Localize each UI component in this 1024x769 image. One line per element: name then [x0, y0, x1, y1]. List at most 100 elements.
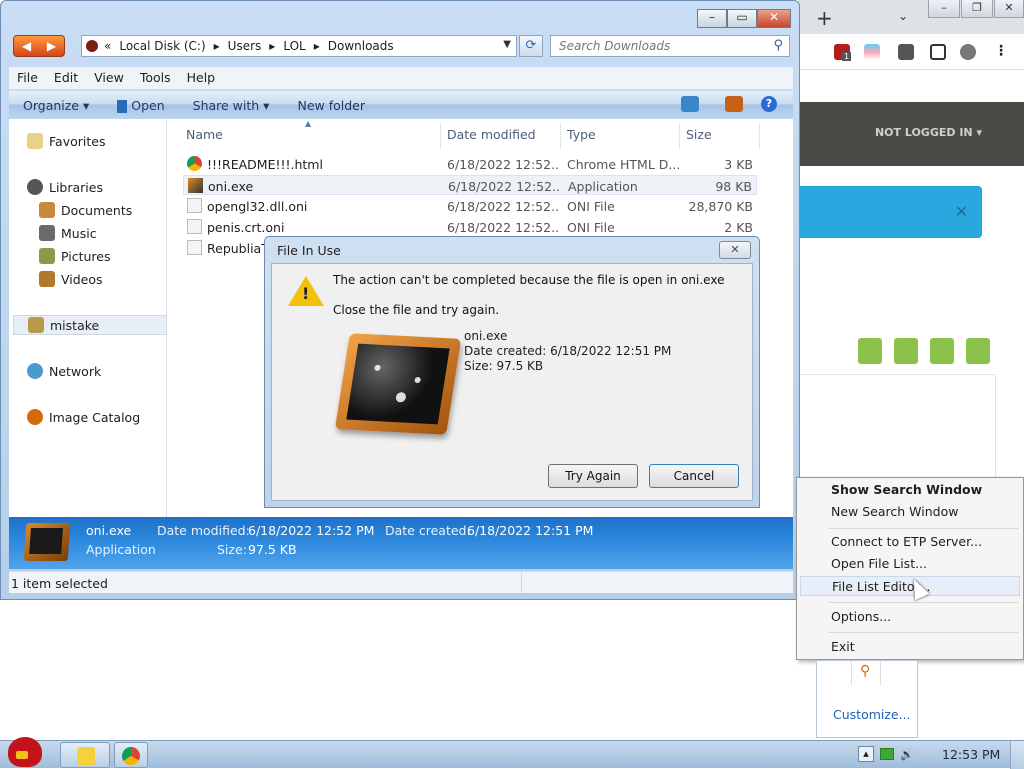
- start-button[interactable]: [2, 733, 50, 769]
- column-header-type[interactable]: Type: [567, 127, 596, 142]
- nav-label: Documents: [61, 202, 133, 218]
- dialog-close-button[interactable]: ✕: [719, 241, 751, 259]
- file-row[interactable]: !!!README!!!.html 6/18/2022 12:52... Chr…: [183, 154, 757, 174]
- close-button[interactable]: ✕: [757, 9, 791, 28]
- refresh-button[interactable]: ⟳: [519, 35, 543, 57]
- taskbar-explorer-button[interactable]: [60, 742, 110, 768]
- menu-show-search-window[interactable]: Show Search Window: [800, 480, 1020, 500]
- file-name: opengl32.dll.oni: [207, 199, 308, 214]
- nav-image-catalog[interactable]: Image Catalog: [27, 407, 140, 427]
- menu-options[interactable]: Options...: [800, 607, 1020, 627]
- menu-tools[interactable]: Tools: [132, 67, 179, 89]
- search-input[interactable]: [551, 36, 761, 56]
- browser-menu-icon[interactable]: ⋮: [994, 44, 1010, 60]
- breadcrumb-downloads[interactable]: Downloads: [328, 39, 394, 53]
- details-size-value: 97.5 KB: [248, 542, 297, 557]
- file-row[interactable]: penis.crt.oni 6/18/2022 12:52... ONI Fil…: [183, 217, 757, 237]
- alert-close-icon[interactable]: ✕: [955, 202, 968, 221]
- column-divider[interactable]: [560, 123, 561, 149]
- menu-file[interactable]: File: [9, 67, 46, 89]
- new-folder-button[interactable]: New folder: [283, 98, 379, 113]
- nav-videos[interactable]: Videos: [39, 269, 103, 289]
- help-icon[interactable]: ?: [761, 96, 777, 112]
- menu-new-search-window[interactable]: New Search Window: [800, 502, 1020, 522]
- file-size: 98 KB: [715, 179, 752, 194]
- volume-icon[interactable]: 🔊: [900, 748, 914, 761]
- breadcrumb-overflow[interactable]: «: [104, 39, 111, 53]
- plug-icon[interactable]: [966, 338, 990, 364]
- organize-button[interactable]: Organize ▾: [9, 98, 103, 113]
- extension-badge: 1: [842, 52, 852, 61]
- nav-mistake[interactable]: mistake: [13, 315, 167, 335]
- menu-open-file-list[interactable]: Open File List...: [800, 554, 1020, 574]
- forward-arrow-icon[interactable]: ▶: [39, 36, 64, 56]
- column-header-name[interactable]: Name: [186, 127, 223, 142]
- minimize-button[interactable]: –: [697, 9, 727, 28]
- file-date: 6/18/2022 12:52...: [447, 220, 559, 235]
- maximize-button[interactable]: ▭: [727, 9, 757, 28]
- network-icon[interactable]: [880, 748, 894, 760]
- file-row[interactable]: opengl32.dll.oni 6/18/2022 12:52... ONI …: [183, 196, 757, 216]
- preview-pane-icon[interactable]: [725, 96, 743, 112]
- show-hidden-icons-button[interactable]: ▴: [858, 746, 874, 762]
- extension-ublock-icon[interactable]: 1: [834, 44, 852, 61]
- browser-close-button[interactable]: ✕: [994, 0, 1024, 18]
- breadcrumb-lol[interactable]: LOL: [283, 39, 305, 53]
- navigation-pane: Favorites Libraries Documents Music Pict…: [9, 119, 167, 517]
- nav-network[interactable]: Network: [27, 361, 101, 381]
- browser-restore-button[interactable]: ❐: [961, 0, 993, 18]
- profile-avatar-icon[interactable]: [960, 44, 976, 60]
- documents-icon: [39, 202, 55, 218]
- address-bar[interactable]: « Local Disk (C:) ▸ Users ▸ LOL ▸ Downlo…: [81, 35, 517, 57]
- file-row-selected[interactable]: oni.exe 6/18/2022 12:52... Application 9…: [183, 175, 757, 195]
- column-divider[interactable]: [759, 123, 760, 149]
- extensions-puzzle-icon[interactable]: [898, 44, 914, 60]
- extension-flag-icon[interactable]: [864, 44, 880, 60]
- cancel-button[interactable]: Cancel: [649, 464, 739, 488]
- open-button[interactable]: Open: [103, 98, 178, 113]
- address-dropdown-icon[interactable]: ▼: [503, 39, 511, 50]
- nav-documents[interactable]: Documents: [39, 200, 132, 220]
- download-icon[interactable]: [894, 338, 918, 364]
- file-size: 3 KB: [724, 157, 753, 172]
- menu-view[interactable]: View: [86, 67, 132, 89]
- share-with-button[interactable]: Share with ▾: [179, 98, 284, 113]
- show-desktop-button[interactable]: [1010, 741, 1024, 769]
- breadcrumb-separator-icon: ▸: [213, 39, 220, 53]
- back-arrow-icon[interactable]: ◀: [14, 36, 39, 56]
- column-divider[interactable]: [679, 123, 680, 149]
- column-divider[interactable]: [440, 123, 441, 149]
- customize-link[interactable]: Customize...: [833, 707, 911, 722]
- nav-pictures[interactable]: Pictures: [39, 246, 111, 266]
- try-again-button[interactable]: Try Again: [548, 464, 638, 488]
- nav-label: mistake: [50, 317, 100, 333]
- document-icon[interactable]: [930, 338, 954, 364]
- breadcrumb-users[interactable]: Users: [228, 39, 262, 53]
- search-icon[interactable]: ⚲: [773, 38, 783, 53]
- file-type: ONI File: [567, 220, 615, 235]
- side-panel-icon[interactable]: [930, 44, 946, 60]
- breadcrumb-local-disk[interactable]: Local Disk (C:): [119, 39, 205, 53]
- nav-favorites[interactable]: Favorites: [27, 131, 105, 151]
- account-dropdown[interactable]: NOT LOGGED IN ▾: [875, 126, 982, 139]
- tray-app-tile[interactable]: ⚲: [851, 661, 881, 685]
- menu-edit[interactable]: Edit: [46, 67, 86, 89]
- tab-search-chevron-icon[interactable]: ⌄: [898, 9, 908, 23]
- nav-libraries[interactable]: Libraries: [27, 177, 103, 197]
- new-tab-button[interactable]: +: [816, 6, 833, 30]
- browser-minimize-button[interactable]: –: [928, 0, 960, 18]
- nav-music[interactable]: Music: [39, 223, 97, 243]
- nav-label: Videos: [61, 271, 103, 287]
- menu-connect-etp-server[interactable]: Connect to ETP Server...: [800, 532, 1020, 552]
- column-header-size[interactable]: Size: [686, 127, 712, 142]
- menu-exit[interactable]: Exit: [800, 637, 1020, 657]
- taskbar-clock[interactable]: 12:53 PM: [942, 747, 1000, 762]
- taskbar-chrome-button[interactable]: [114, 742, 148, 768]
- column-header-date[interactable]: Date modified: [447, 127, 536, 142]
- chrome-icon: [187, 156, 202, 171]
- menu-help[interactable]: Help: [179, 67, 224, 89]
- change-view-icon[interactable]: [681, 96, 699, 112]
- selected-file-thumbnail: [23, 523, 71, 561]
- copy-icon[interactable]: [858, 338, 882, 364]
- angry-bird-beak: [16, 751, 28, 759]
